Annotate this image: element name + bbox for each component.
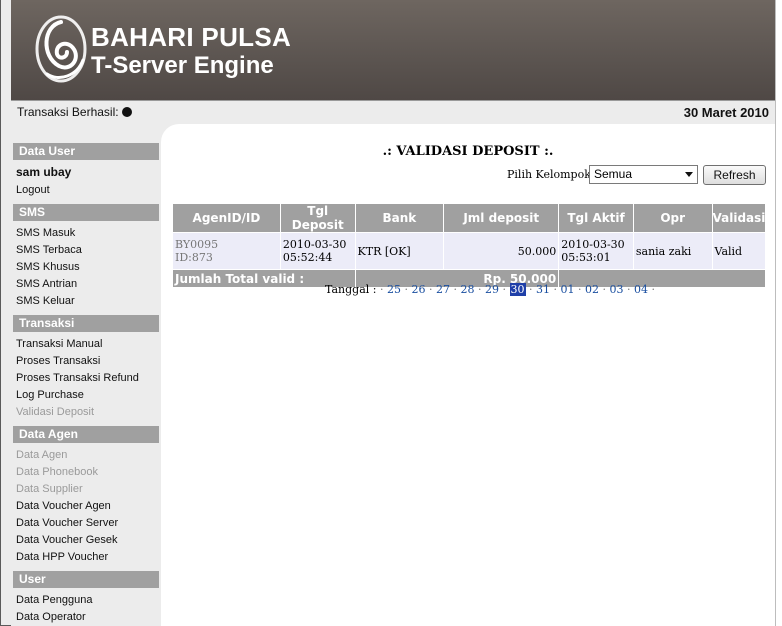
pager-link[interactable]: 04 bbox=[634, 283, 648, 296]
table-row[interactable]: BY0095 ID:873 2010-03-30 05:52:44 KTR [O… bbox=[173, 233, 765, 269]
cell-operator: sania zaki bbox=[633, 233, 712, 269]
logout-link[interactable]: Logout bbox=[16, 184, 50, 196]
transaction-status: Transaksi Berhasil: bbox=[17, 105, 132, 119]
sidebar-item-sms-masuk[interactable]: SMS Masuk bbox=[16, 227, 75, 239]
agen-id: BY0095 bbox=[175, 238, 219, 251]
brand-subtitle: T-Server Engine bbox=[91, 52, 274, 79]
cell-bank: KTR [OK] bbox=[355, 233, 444, 269]
section-data-agen: Data Agen bbox=[13, 426, 159, 443]
header: BAHARI PULSA T-Server Engine bbox=[11, 0, 775, 100]
cell-tgl-deposit: 2010-03-30 05:52:44 bbox=[280, 233, 355, 269]
column-header: Tgl Aktif bbox=[559, 204, 633, 232]
group-filter-select[interactable]: Semua bbox=[589, 165, 698, 184]
cell-jml-deposit: 50.000 bbox=[444, 233, 559, 269]
logged-in-username: sam ubay bbox=[16, 165, 72, 179]
sidebar-item-sms-antrian[interactable]: SMS Antrian bbox=[16, 278, 77, 290]
deposit-date: 2010-03-30 bbox=[282, 238, 347, 251]
sidebar-item-data-operator[interactable]: Data Operator bbox=[16, 611, 86, 623]
cell-validasi[interactable]: Valid bbox=[712, 233, 765, 269]
main-panel: .: VALIDASI DEPOSIT :. Pilih Kelompok: S… bbox=[161, 124, 775, 626]
sidebar-item-validasi-deposit[interactable]: Validasi Deposit bbox=[16, 406, 94, 418]
deposit-id: ID:873 bbox=[175, 251, 213, 264]
current-date: 30 Maret 2010 bbox=[683, 105, 769, 120]
refresh-button[interactable]: Refresh bbox=[703, 165, 766, 185]
sidebar-item-proses-transaksi[interactable]: Proses Transaksi bbox=[16, 355, 100, 367]
sidebar-item-data-voucher-agen[interactable]: Data Voucher Agen bbox=[16, 500, 111, 512]
sidebar-item-proses-transaksi-refund[interactable]: Proses Transaksi Refund bbox=[16, 372, 139, 384]
sidebar-item-sms-khusus[interactable]: SMS Khusus bbox=[16, 261, 80, 273]
cell-agen-id: BY0095 ID:873 bbox=[173, 233, 280, 269]
section-transaksi: Transaksi bbox=[13, 315, 159, 332]
pager-label: Tanggal : bbox=[325, 283, 377, 296]
sidebar-item-data-voucher-gesek[interactable]: Data Voucher Gesek bbox=[16, 534, 118, 546]
sidebar-item-log-purchase[interactable]: Log Purchase bbox=[16, 389, 84, 401]
active-date: 2010-03-30 bbox=[561, 238, 625, 251]
pager-link[interactable]: 29 bbox=[485, 283, 499, 296]
sidebar-item-data-voucher-server[interactable]: Data Voucher Server bbox=[16, 517, 118, 529]
chevron-down-icon bbox=[685, 172, 693, 177]
column-header: Bank bbox=[355, 204, 444, 232]
column-header: Validasi bbox=[712, 204, 765, 232]
sidebar-item-data-pengguna[interactable]: Data Pengguna bbox=[16, 594, 92, 606]
pager-link[interactable]: 02 bbox=[585, 283, 599, 296]
section-data-user: Data User bbox=[13, 143, 159, 160]
deposit-time: 05:52:44 bbox=[282, 251, 333, 264]
column-header: AgenID/ID bbox=[173, 204, 280, 232]
page-title: .: VALIDASI DEPOSIT :. bbox=[382, 144, 554, 159]
column-header: Jml deposit bbox=[444, 204, 559, 232]
date-pager: Tanggal : · 25 · 26 · 27 · 28 · 29 · 30 … bbox=[325, 283, 655, 296]
section-user: User bbox=[13, 571, 159, 588]
sidebar-item-sms-keluar[interactable]: SMS Keluar bbox=[16, 295, 75, 307]
status-indicator-icon bbox=[121, 107, 132, 117]
sidebar-item-data-agen[interactable]: Data Agen bbox=[16, 449, 67, 461]
sidebar-item-sms-terbaca[interactable]: SMS Terbaca bbox=[16, 244, 82, 256]
cell-tgl-aktif: 2010-03-30 05:53:01 bbox=[559, 233, 633, 269]
pager-current-page[interactable]: 30 bbox=[509, 283, 526, 296]
swirl-logo-icon bbox=[35, 15, 87, 83]
group-filter-label: Pilih Kelompok: bbox=[507, 168, 595, 181]
pager-link[interactable]: 25 bbox=[387, 283, 401, 296]
deposit-table: AgenID/ID Tgl Deposit Bank Jml deposit T… bbox=[172, 203, 766, 288]
sidebar-item-data-hpp-voucher[interactable]: Data HPP Voucher bbox=[16, 551, 108, 563]
table-header-row: AgenID/ID Tgl Deposit Bank Jml deposit T… bbox=[173, 204, 765, 232]
pager-link[interactable]: 28 bbox=[461, 283, 475, 296]
column-header: Opr bbox=[633, 204, 712, 232]
active-time: 05:53:01 bbox=[561, 251, 611, 264]
transaction-status-label: Transaksi Berhasil: bbox=[17, 105, 119, 119]
pager-link[interactable]: 27 bbox=[436, 283, 450, 296]
column-header: Tgl Deposit bbox=[280, 204, 355, 232]
app-frame: BAHARI PULSA T-Server Engine Transaksi B… bbox=[0, 0, 782, 626]
pager-link[interactable]: 01 bbox=[561, 283, 575, 296]
sidebar: Data User sam ubay Logout SMS SMS Masuk … bbox=[11, 124, 161, 626]
brand-title: BAHARI PULSA bbox=[91, 22, 292, 52]
pager-link[interactable]: 03 bbox=[610, 283, 624, 296]
section-sms: SMS bbox=[13, 204, 159, 221]
group-filter-value: Semua bbox=[594, 167, 633, 181]
sidebar-item-data-phonebook[interactable]: Data Phonebook bbox=[16, 466, 98, 478]
sidebar-item-data-supplier[interactable]: Data Supplier bbox=[16, 483, 83, 495]
pager-link[interactable]: 31 bbox=[536, 283, 550, 296]
sidebar-item-transaksi-manual[interactable]: Transaksi Manual bbox=[16, 338, 102, 350]
pager-link[interactable]: 26 bbox=[412, 283, 426, 296]
window-edge bbox=[775, 0, 782, 626]
status-bar: Transaksi Berhasil: 30 Maret 2010 bbox=[11, 100, 775, 124]
